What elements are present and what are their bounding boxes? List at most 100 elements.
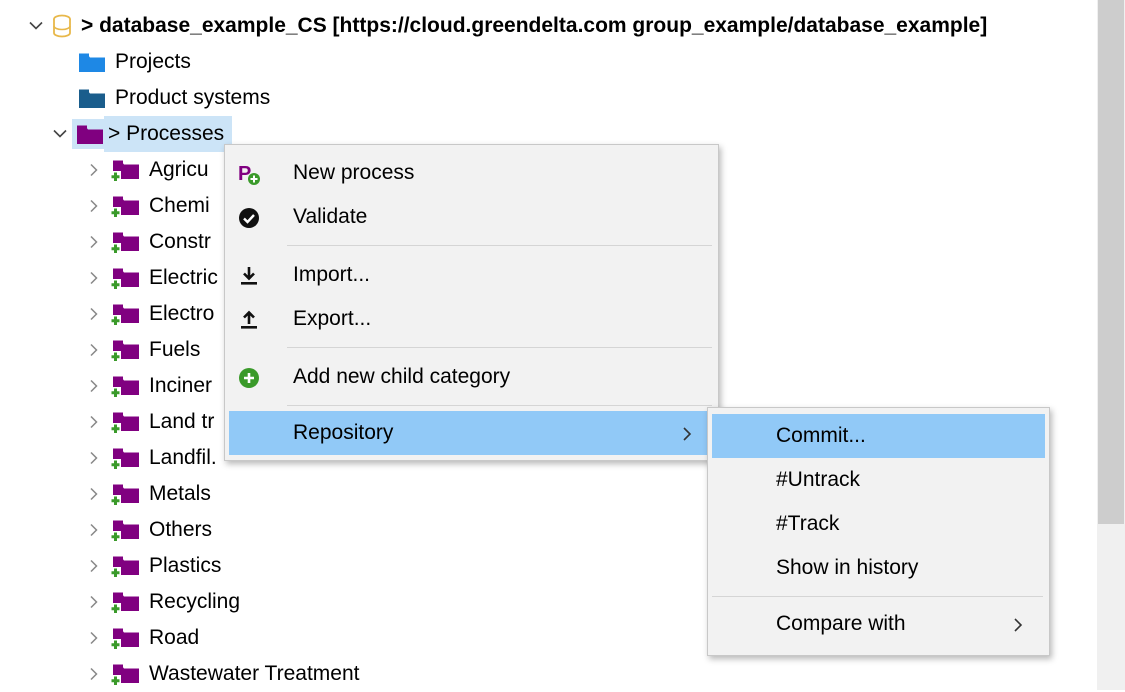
tree-item-label: Recycling [149,590,241,613]
menu-item-import[interactable]: Import... [229,253,714,297]
tree-item-label: Road [149,626,200,649]
chevron-right-icon[interactable] [84,415,104,429]
menu-item-label: #Untrack [776,468,861,491]
chevron-right-icon[interactable] [84,451,104,465]
tree-item-category[interactable]: Chemi [84,188,210,224]
new-process-icon: P [237,162,261,186]
menu-separator [287,245,712,246]
chevron-right-icon[interactable] [84,487,104,501]
tree-item-label: Product systems [115,86,271,109]
chevron-right-icon[interactable] [84,199,104,213]
process-category-folder-icon [110,482,140,506]
menu-item-label: Import... [293,263,371,286]
chevron-down-icon[interactable] [26,21,46,31]
process-category-folder-icon [110,194,140,218]
process-category-folder-icon [110,338,140,362]
tree-item-label: Constr [149,230,211,253]
chevron-right-icon[interactable] [84,631,104,645]
tree-item-category[interactable]: Constr [84,224,211,260]
add-circle-icon [237,366,261,390]
menu-item-repository[interactable]: Repository [229,411,714,455]
tree-item-label: Wastewater Treatment [149,662,360,685]
process-category-folder-icon [110,410,140,434]
tree-item-category[interactable]: Wastewater Treatment [84,656,359,692]
folder-icon [78,87,106,109]
tree-item-label: Others [149,518,213,541]
tree-item-category[interactable]: Landfil. [84,440,217,476]
process-category-folder-icon [110,230,140,254]
process-category-folder-icon [110,266,140,290]
process-category-folder-icon [110,158,140,182]
menu-item-label: #Track [776,512,840,535]
tree-item-product-systems[interactable]: Product systems [78,80,270,116]
menu-item-label: Validate [293,205,368,228]
chevron-right-icon[interactable] [84,379,104,393]
menu-item-label: New process [293,161,415,184]
process-category-folder-icon [110,518,140,542]
menu-item-commit[interactable]: Commit... [712,414,1045,458]
tree-item-label: Agricu [149,158,209,181]
chevron-right-icon [1013,615,1023,639]
menu-separator [287,405,712,406]
tree-item-category[interactable]: Land tr [84,404,214,440]
tree-item-category[interactable]: Recycling [84,584,240,620]
vertical-scrollbar[interactable] [1097,0,1125,690]
process-category-folder-icon [110,374,140,398]
folder-icon [78,51,106,73]
menu-item-track[interactable]: #Track [712,502,1045,546]
menu-item-untrack[interactable]: #Untrack [712,458,1045,502]
menu-item-label: Show in history [776,556,919,579]
tree-item-processes[interactable]: > Processes [50,116,233,152]
tree-item-category[interactable]: Fuels [84,332,200,368]
download-icon [237,264,261,288]
tree-item-label: Fuels [149,338,201,361]
tree-item-category[interactable]: Road [84,620,199,656]
tree-item-category[interactable]: Others [84,512,212,548]
chevron-right-icon[interactable] [84,343,104,357]
tree-item-label: Projects [115,50,191,73]
process-category-folder-icon [110,590,140,614]
tree-item-label: Plastics [149,554,222,577]
tree-item-category[interactable]: Agricu [84,152,209,188]
chevron-right-icon[interactable] [84,235,104,249]
chevron-right-icon[interactable] [84,667,104,681]
menu-item-label: Repository [293,421,394,444]
menu-item-validate[interactable]: Validate [229,195,714,239]
tree-item-label: Land tr [149,410,215,433]
menu-item-label: Commit... [776,424,866,447]
chevron-right-icon[interactable] [84,271,104,285]
tree-item-projects[interactable]: Projects [78,44,191,80]
chevron-right-icon[interactable] [84,163,104,177]
context-menu: P New process Validate Import... Export.… [224,144,719,461]
scrollbar-thumb[interactable] [1098,0,1124,524]
chevron-right-icon[interactable] [84,307,104,321]
tree-item-label: Electric [149,266,218,289]
menu-item-show-in-history[interactable]: Show in history [712,546,1045,590]
tree-item-category[interactable]: Electro [84,296,214,332]
chevron-right-icon [682,424,692,448]
menu-item-export[interactable]: Export... [229,297,714,341]
menu-item-add-child-category[interactable]: Add new child category [229,355,714,399]
menu-item-new-process[interactable]: P New process [229,151,714,195]
tree-item-category[interactable]: Plastics [84,548,221,584]
menu-separator [712,596,1043,597]
tree-item-label: Electro [149,302,215,325]
chevron-right-icon[interactable] [84,523,104,537]
chevron-right-icon[interactable] [84,595,104,609]
tree-item-label: Chemi [149,194,210,217]
chevron-down-icon[interactable] [50,129,70,139]
tree-item-label: Metals [149,482,211,505]
tree-item-database[interactable]: > database_example_CS [https://cloud.gre… [26,8,987,44]
menu-item-compare-with[interactable]: Compare with [712,602,1045,646]
tree-item-label: > Processes [104,116,233,152]
process-folder-icon [72,119,108,149]
tree-item-label: Landfil. [149,446,217,469]
upload-icon [237,308,261,332]
tree-item-category[interactable]: Electric [84,260,218,296]
chevron-right-icon[interactable] [84,559,104,573]
menu-separator [287,347,712,348]
process-category-folder-icon [110,626,140,650]
tree-item-category[interactable]: Inciner [84,368,212,404]
tree-item-category[interactable]: Metals [84,476,211,512]
menu-item-label: Export... [293,307,372,330]
